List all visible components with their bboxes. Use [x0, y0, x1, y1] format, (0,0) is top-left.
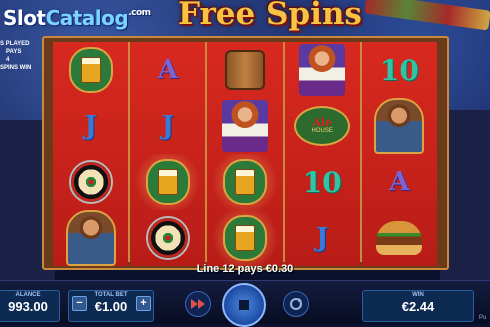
reel-cell: 10	[362, 42, 437, 98]
fast-forward-button[interactable]	[185, 291, 211, 317]
beer-mug-icon	[145, 159, 190, 205]
reel-grid: J A J Ale HOUSE 10 J 10 A	[53, 42, 437, 266]
reel-cell: 10	[285, 154, 360, 210]
reel-cell: A	[362, 154, 437, 210]
reel-cell	[362, 210, 437, 266]
reel-4: Ale HOUSE 10 J	[284, 42, 360, 266]
stop-spin-button[interactable]	[222, 283, 266, 327]
barmaid-icon	[221, 100, 268, 152]
balance-label: ALANCE	[15, 292, 41, 298]
symbol-j: J	[316, 223, 329, 253]
sign-text-bottom: HOUSE	[311, 128, 333, 134]
beer-mug-icon	[68, 47, 113, 93]
ale-barrel-icon	[224, 50, 265, 90]
symbol-a: A	[389, 167, 410, 197]
reel-cell	[207, 42, 282, 98]
reel-cell	[285, 42, 360, 98]
beer-mug-icon	[222, 159, 267, 205]
bet-increase-button[interactable]: +	[136, 296, 151, 311]
autoplay-icon	[290, 298, 302, 310]
bartender-man-icon	[374, 98, 425, 154]
ale-house-sign-icon: Ale HOUSE	[294, 106, 351, 146]
sign-text-top: Ale	[312, 116, 333, 129]
symbol-a: A	[157, 55, 178, 85]
reel-cell	[362, 98, 437, 154]
reel-cell	[207, 98, 282, 154]
reel-5: 10 A	[361, 42, 437, 266]
dartboard-icon	[68, 160, 113, 204]
symbol-j: J	[84, 111, 97, 141]
reel-cell: Ale HOUSE	[285, 98, 360, 154]
corner-text: Pu	[479, 315, 487, 321]
reel-2: AJ	[130, 42, 206, 266]
balance-panel: ALANCE 993.00	[0, 290, 60, 322]
autoplay-button[interactable]	[283, 291, 309, 317]
reel-3	[207, 42, 283, 266]
dartboard-icon	[145, 216, 190, 260]
reel-cell	[130, 210, 205, 266]
stop-icon	[239, 300, 249, 310]
reel-cell	[53, 210, 128, 266]
reel-cell: J	[285, 210, 360, 266]
burger-icon	[376, 221, 423, 255]
free-spins-title: Free Spins	[178, 0, 362, 32]
reel-cell	[53, 154, 128, 210]
symbol-10: 10	[379, 53, 419, 87]
reel-cell: A	[130, 42, 205, 98]
win-panel: WIN €2.44	[362, 290, 474, 322]
reel-cell	[207, 154, 283, 210]
barmaid-icon	[299, 44, 346, 96]
reel-cell	[53, 42, 128, 98]
fast-forward-icon	[191, 299, 205, 309]
bet-decrease-button[interactable]: −	[72, 296, 87, 311]
reel-cell: J	[53, 98, 128, 154]
reel-cell	[207, 210, 283, 266]
reel-cell: J	[130, 98, 205, 154]
win-label: WIN	[412, 292, 424, 298]
reel-cell	[130, 154, 206, 210]
symbol-10: 10	[302, 165, 342, 199]
symbol-j: J	[161, 111, 174, 141]
win-value: €2.44	[401, 299, 435, 314]
bartender-man-icon	[65, 210, 116, 266]
beer-mug-icon	[222, 215, 267, 261]
reel-1: J	[53, 42, 129, 266]
balance-value: 993.00	[8, 299, 48, 314]
slotcatalog-logo: SlotCatalog.com	[3, 6, 151, 30]
win-line-message: Line 12 pays €0.30	[196, 263, 294, 275]
